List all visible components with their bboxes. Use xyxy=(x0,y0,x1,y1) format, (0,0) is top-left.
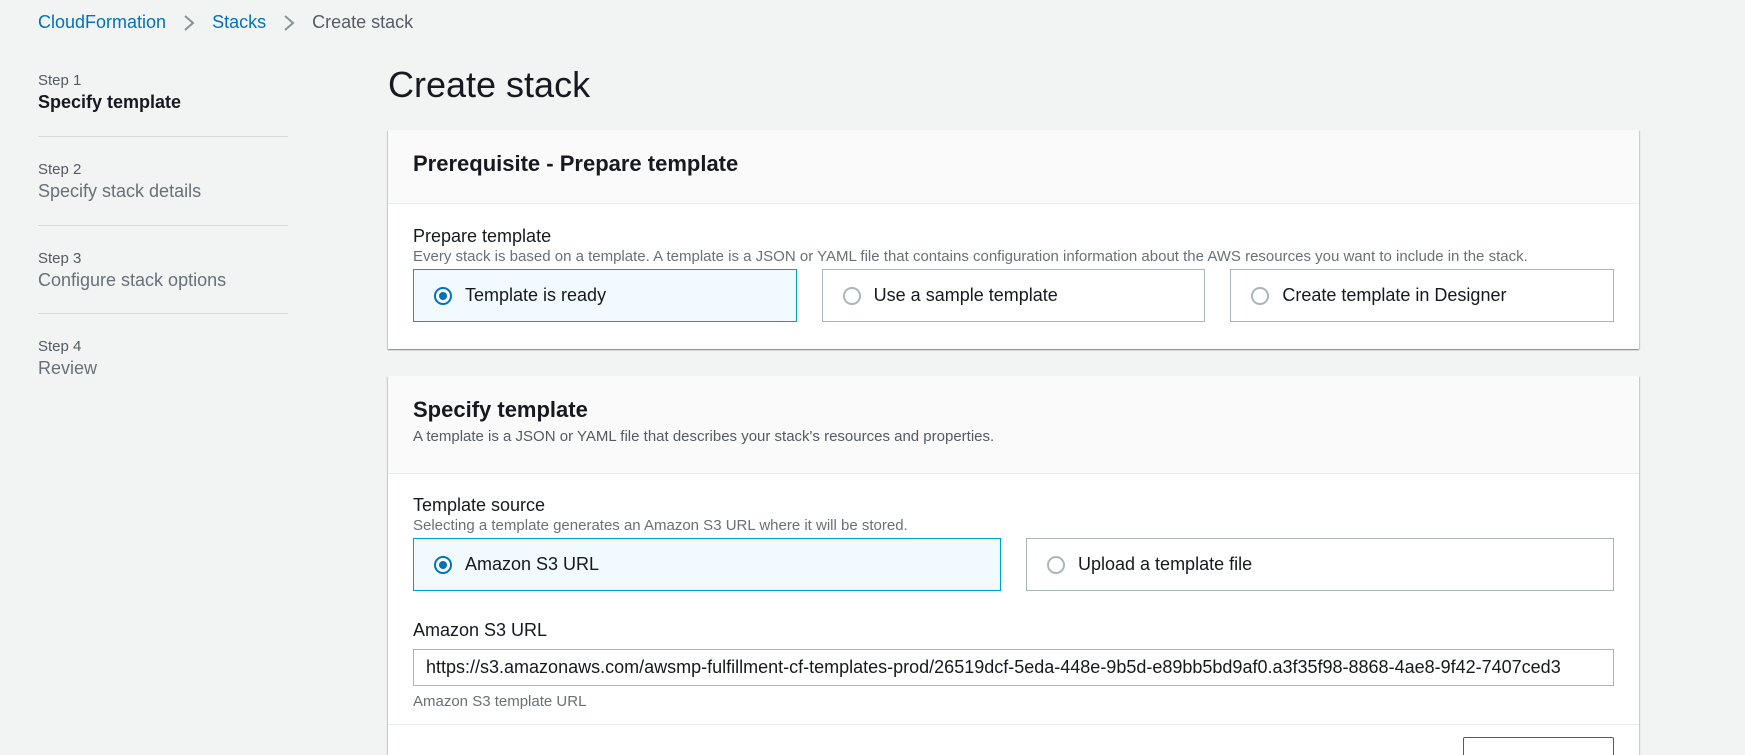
option-label: Create template in Designer xyxy=(1282,285,1507,305)
radio-selected-icon xyxy=(434,555,452,574)
prerequisite-panel: Prerequisite - Prepare template Prepare … xyxy=(388,130,1639,349)
option-label: Use a sample template xyxy=(873,285,1058,305)
breadcrumb-stacks-link[interactable]: Stacks xyxy=(212,12,266,33)
template-source-label: Template source xyxy=(413,495,546,515)
option-label: Amazon S3 URL xyxy=(465,554,600,574)
step-title: Review xyxy=(38,358,98,378)
template-is-ready-option[interactable]: Template is ready xyxy=(413,269,797,322)
chevron-right-icon xyxy=(266,14,312,32)
use-sample-template-option[interactable]: Use a sample template xyxy=(821,269,1206,322)
specify-template-panel-body: Template source Selecting a template gen… xyxy=(388,474,1639,755)
radio-unselected-icon xyxy=(1047,555,1065,574)
view-in-designer-row xyxy=(413,725,1614,755)
step-number: Step 4 xyxy=(38,338,82,355)
step-number: Step 3 xyxy=(38,250,82,267)
step-title: Specify template xyxy=(38,92,182,112)
specify-template-panel: Specify template A template is a JSON or… xyxy=(388,376,1639,755)
prerequisite-panel-header: Prerequisite - Prepare template xyxy=(388,130,1639,204)
specify-template-panel-header: Specify template A template is a JSON or… xyxy=(388,376,1639,474)
radio-unselected-icon xyxy=(842,286,861,305)
wizard-steps-nav: Step 1 Specify template Step 2 Specify s… xyxy=(38,70,288,393)
prepare-template-label: Prepare template xyxy=(413,226,552,246)
breadcrumb-current: Create stack xyxy=(312,12,414,32)
radio-selected-icon xyxy=(434,286,452,305)
wizard-step-4: Step 4 Review xyxy=(38,313,288,393)
prerequisite-heading: Prerequisite - Prepare template xyxy=(413,151,739,176)
radio-unselected-icon xyxy=(1251,286,1270,305)
amazon-s3-url-label: Amazon S3 URL xyxy=(413,620,548,640)
page-title: Create stack xyxy=(388,64,591,105)
chevron-right-icon xyxy=(166,14,212,32)
prepare-template-description: Every stack is based on a template. A te… xyxy=(413,248,1528,265)
prepare-template-options: Template is ready Use a sample template … xyxy=(413,269,1615,322)
view-in-designer-button[interactable] xyxy=(1463,737,1614,755)
step-number: Step 2 xyxy=(38,161,82,178)
wizard-step-2: Step 2 Specify stack details xyxy=(38,136,288,225)
create-template-in-designer-option[interactable]: Create template in Designer xyxy=(1230,269,1615,322)
specify-template-heading: Specify template xyxy=(413,397,588,422)
upload-template-file-option[interactable]: Upload a template file xyxy=(1026,538,1614,591)
prerequisite-panel-body: Prepare template Every stack is based on… xyxy=(388,204,1639,322)
step-number: Step 1 xyxy=(38,72,82,89)
option-label: Upload a template file xyxy=(1078,554,1253,574)
wizard-step-1: Step 1 Specify template xyxy=(38,70,288,136)
wizard-step-3: Step 3 Configure stack options xyxy=(38,225,288,313)
breadcrumb: CloudFormation Stacks Create stack xyxy=(38,12,413,33)
amazon-s3-url-constraint: Amazon S3 template URL xyxy=(413,693,587,710)
amazon-s3-url-option[interactable]: Amazon S3 URL xyxy=(413,538,1001,591)
amazon-s3-url-input[interactable]: https://s3.amazonaws.com/awsmp-fulfillme… xyxy=(413,649,1614,686)
step-title: Specify stack details xyxy=(38,181,202,201)
step-title: Configure stack options xyxy=(38,270,227,290)
template-source-options: Amazon S3 URL Upload a template file xyxy=(413,538,1614,591)
option-label: Template is ready xyxy=(465,285,607,305)
breadcrumb-cloudformation-link[interactable]: CloudFormation xyxy=(38,12,166,33)
specify-template-description: A template is a JSON or YAML file that d… xyxy=(413,428,995,445)
template-source-description: Selecting a template generates an Amazon… xyxy=(413,517,908,534)
